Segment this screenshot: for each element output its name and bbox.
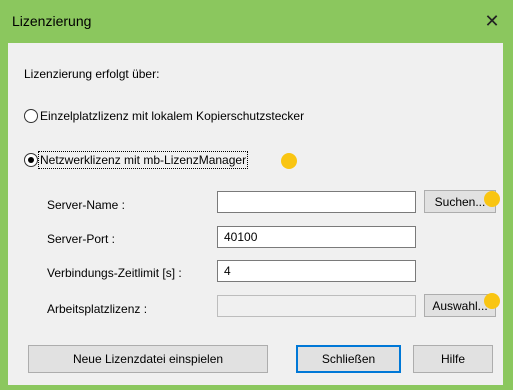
server-port-label: Server-Port :	[47, 232, 116, 246]
title-bar: Lizenzierung ✕	[0, 0, 513, 43]
close-icon[interactable]: ✕	[480, 9, 504, 33]
close-button[interactable]: Schließen	[296, 345, 401, 373]
server-port-input[interactable]	[217, 226, 416, 248]
radio-single-license[interactable]	[24, 109, 38, 123]
timeout-label: Verbindungs-Zeitlimit [s] :	[47, 266, 182, 280]
radio-network-license-label[interactable]: Netzwerklizenz mit mb-LizenzManager	[37, 151, 249, 169]
dialog-body	[0, 43, 513, 330]
close-button-label: Schließen	[321, 352, 376, 366]
workstation-license-label: Arbeitsplatzlizenz :	[47, 302, 148, 316]
help-button-label: Hilfe	[440, 352, 465, 366]
highlight-marker	[281, 153, 297, 169]
search-button-label: Suchen...	[434, 194, 486, 209]
server-name-label: Server-Name :	[47, 198, 126, 212]
window-frame-bottom	[0, 385, 513, 390]
window-frame-right	[503, 43, 513, 390]
window-frame-left	[0, 43, 8, 390]
server-name-input[interactable]	[217, 191, 416, 213]
import-license-button-label: Neue Lizenzdatei einspielen	[72, 352, 224, 366]
window-title: Lizenzierung	[12, 13, 92, 29]
highlight-marker	[484, 293, 500, 309]
help-button[interactable]: Hilfe	[413, 345, 493, 373]
radio-single-license-label[interactable]: Einzelplatzlizenz mit lokalem Kopierschu…	[40, 109, 304, 123]
workstation-license-input	[217, 295, 416, 317]
intro-label: Lizenzierung erfolgt über:	[24, 67, 160, 81]
timeout-input[interactable]	[217, 260, 416, 282]
select-button-label: Auswahl...	[432, 298, 488, 313]
radio-network-license[interactable]	[24, 153, 38, 167]
import-license-button[interactable]: Neue Lizenzdatei einspielen	[28, 345, 268, 373]
highlight-marker	[484, 191, 500, 207]
